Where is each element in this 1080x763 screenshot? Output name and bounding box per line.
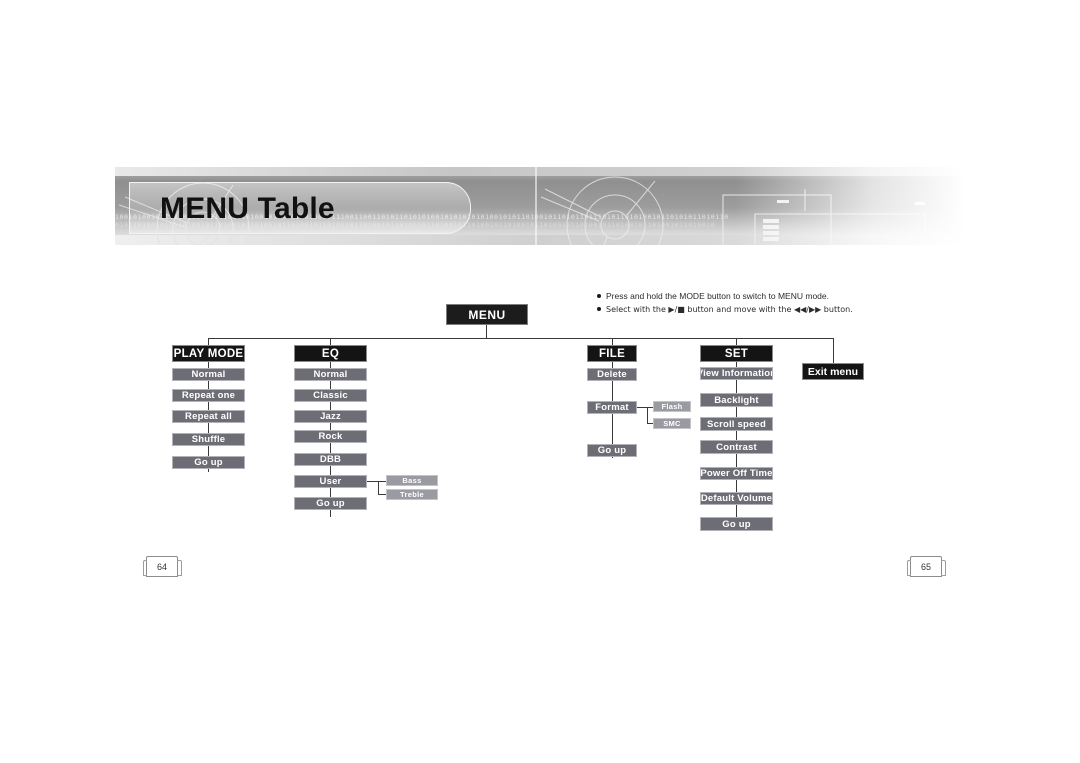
menu-item-eq-classic[interactable]: Classic [294,389,367,402]
menu-item-eq-user[interactable]: User [294,475,367,488]
menu-item-set-scroll-speed[interactable]: Scroll speed [700,417,773,431]
column-header-play-mode: PLAY MODE [172,345,245,362]
menu-subitem-eq-user-treble[interactable]: Treble [386,489,438,500]
connector-drop-eq [330,338,331,345]
connector-drop-exit [833,338,834,363]
menu-item-file-go-up[interactable]: Go up [587,444,637,457]
connector-root-stem [486,325,487,338]
connector-drop-file [612,338,613,345]
menu-subitem-eq-user-bass[interactable]: Bass [386,475,438,486]
menu-item-eq-normal[interactable]: Normal [294,368,367,381]
connector-format-branch-spine [647,407,648,424]
page-title: MENU Table [160,192,335,225]
column-header-file: FILE [587,345,637,362]
menu-item-play-mode-repeat-one[interactable]: Repeat one [172,389,245,402]
connector-drop-set [736,338,737,345]
menu-item-play-mode-normal[interactable]: Normal [172,368,245,381]
connector-user-branch-treble [378,494,386,495]
menu-item-set-view-information[interactable]: View Information [700,367,773,380]
menu-tree-diagram: MENU PLAY MODE Normal Repeat one Repeat … [0,0,1080,763]
menu-item-eq-rock[interactable]: Rock [294,430,367,443]
menu-item-play-mode-repeat-all[interactable]: Repeat all [172,410,245,423]
menu-item-set-contrast[interactable]: Contrast [700,440,773,454]
connector-format-branch-out [637,407,647,408]
menu-item-eq-dbb[interactable]: DBB [294,453,367,466]
menu-root-node: MENU [446,304,528,325]
connector-bus [208,338,833,339]
menu-item-play-mode-shuffle[interactable]: Shuffle [172,433,245,446]
menu-subitem-file-format-flash[interactable]: Flash [653,401,691,412]
page-number-right: 65 [907,556,946,577]
menu-item-file-format[interactable]: Format [587,401,637,414]
menu-item-exit-menu[interactable]: Exit menu [802,363,864,380]
menu-item-set-go-up[interactable]: Go up [700,517,773,531]
column-header-eq: EQ [294,345,367,362]
connector-drop-play-mode [208,338,209,345]
menu-item-set-backlight[interactable]: Backlight [700,393,773,407]
connector-user-branch-bass [378,481,386,482]
menu-item-file-delete[interactable]: Delete [587,368,637,381]
connector-user-branch-spine [378,481,379,495]
menu-item-play-mode-go-up[interactable]: Go up [172,456,245,469]
menu-item-eq-jazz[interactable]: Jazz [294,410,367,423]
page-number-left: 64 [143,556,182,577]
menu-subitem-file-format-smc[interactable]: SMC [653,418,691,429]
column-header-set: SET [700,345,773,362]
connector-user-branch-out [367,481,378,482]
menu-item-set-power-off-time[interactable]: Power Off Time [700,467,773,480]
menu-item-set-default-volume[interactable]: Default Volume [700,492,773,505]
menu-item-eq-go-up[interactable]: Go up [294,497,367,510]
